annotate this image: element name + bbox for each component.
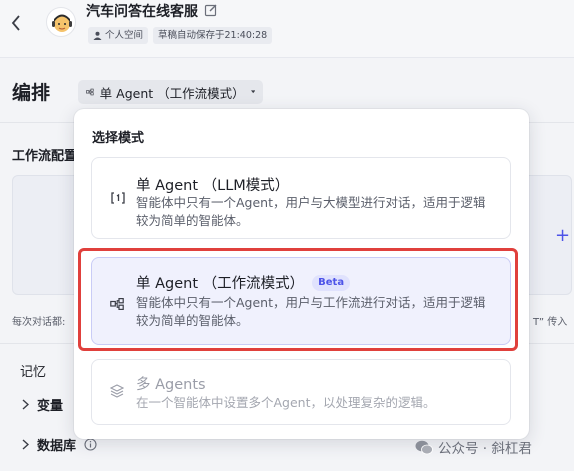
wechat-icon (415, 440, 433, 454)
workspace-badge: 个人空间 (88, 27, 149, 44)
option-llm-mode[interactable]: 单 Agent （LLM模式） 智能体中只有一个Agent，用户与大模型进行对话… (91, 157, 511, 239)
multi-agent-icon (109, 383, 126, 399)
option-name: 多 Agents (136, 377, 206, 393)
top-bar: 汽车问答在线客服 个人空间 草稿自动保存于21:40:28 (0, 0, 574, 58)
edit-icon[interactable] (204, 2, 218, 17)
chevron-right-icon (22, 399, 29, 410)
caret-down-icon (250, 90, 255, 94)
watermark-text: 公众号 · 斜杠君 (438, 441, 532, 457)
add-icon[interactable]: + (555, 225, 570, 246)
workflow-icon (86, 88, 94, 96)
option-name: 单 Agent （LLM模式） (136, 178, 290, 194)
hint-text-right: T” 传入 (533, 317, 568, 328)
info-icon (84, 438, 97, 451)
bot-avatar (46, 7, 76, 37)
option-description: 在一个智能体中设置多个Agent，以处理复杂的逻辑。 (136, 395, 436, 410)
variables-row[interactable]: 变量 (22, 395, 63, 414)
option-multi-agents[interactable]: 多 Agents 在一个智能体中设置多个Agent，以处理复杂的逻辑。 (91, 359, 511, 425)
app-title: 汽车问答在线客服 (86, 4, 198, 20)
mode-select-value: 单 Agent （工作流模式） (99, 85, 245, 101)
user-icon (93, 31, 102, 40)
workflow-config-label: 工作流配置 (12, 149, 78, 164)
back-icon[interactable] (7, 12, 25, 34)
variables-label: 变量 (37, 399, 64, 414)
hint-text-left: 每次对话都: (12, 317, 66, 328)
mode-select[interactable]: 单 Agent （工作流模式） (78, 80, 263, 104)
workspace-label: 个人空间 (105, 30, 144, 41)
llm-mode-icon (110, 190, 126, 206)
highlight-annotation (78, 248, 518, 351)
section-title: 编排 (12, 82, 51, 104)
memory-label: 记忆 (20, 365, 47, 380)
option-description: 智能体中只有一个Agent，用户与大模型进行对话，适用于逻辑较为简单的智能体。 (136, 195, 486, 228)
dropdown-title: 选择模式 (92, 131, 145, 146)
watermark: 公众号 · 斜杠君 (415, 437, 532, 457)
chevron-right-icon (22, 439, 29, 450)
database-label: 数据库 (37, 439, 77, 454)
autosave-badge: 草稿自动保存于21:40:28 (153, 27, 273, 44)
